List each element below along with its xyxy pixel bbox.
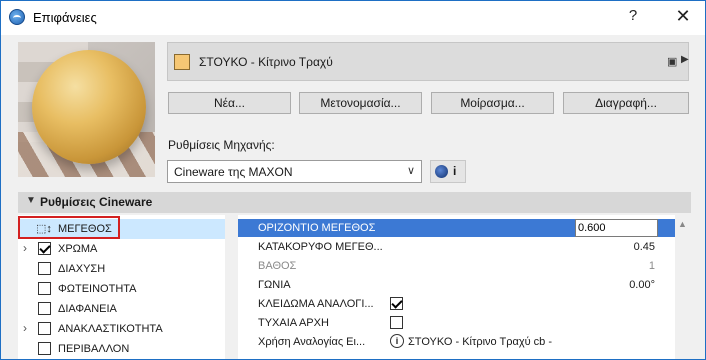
property-value[interactable]: 1 <box>649 260 655 272</box>
help-button[interactable]: ? <box>623 7 643 27</box>
title-bar: Επιφάνειες ? ✕ <box>1 1 705 35</box>
property-checkbox[interactable] <box>390 316 403 329</box>
property-value-input[interactable]: 0.600 <box>575 219 658 237</box>
surface-name: ΣΤΟΥΚΟ - Κίτρινο Τραχύ <box>199 55 333 69</box>
section-title: Ρυθμίσεις Cineware <box>40 195 153 209</box>
engine-select[interactable]: Cineware της MAXON ∨ <box>167 160 422 183</box>
delete-button[interactable]: Διαγραφή... <box>563 92 689 114</box>
property-reference-value[interactable]: ΣΤΟΥΚΟ - Κίτρινο Τραχύ cb - <box>408 336 552 348</box>
info-icon: i <box>453 164 457 178</box>
channel-checkbox[interactable] <box>38 262 51 275</box>
channel-label: ΔΙΑΦΑΝΕΙΑ <box>58 303 117 315</box>
property-label: ΒΑΘΟΣ <box>258 260 297 272</box>
property-label: ΚΑΤΑΚΟΡΥΦΟ ΜΕΓΕΘ... <box>258 241 383 253</box>
property-value[interactable]: 0.00° <box>629 279 655 291</box>
channel-checkbox[interactable] <box>38 302 51 315</box>
surfaces-dialog: Επιφάνειες ? ✕ ΣΤΟΥΚΟ - Κίτρινο Τραχύ ▣ … <box>0 0 706 360</box>
engine-info-button[interactable]: i <box>430 160 466 183</box>
new-button[interactable]: Νέα... <box>168 92 291 114</box>
channel-row[interactable]: ΠΕΡΙΒΑΛΛΟΝ <box>18 339 225 359</box>
property-row[interactable]: ΟΡΙΖΟΝΤΙΟ ΜΕΓΕΘΟΣ 0.600 <box>238 219 675 237</box>
expand-arrow-icon[interactable]: › <box>23 241 27 255</box>
rename-button[interactable]: Μετονομασία... <box>299 92 422 114</box>
property-grid: ΟΡΙΖΟΝΤΙΟ ΜΕΓΕΘΟΣ 0.600 ΚΑΤΑΚΟΡΥΦΟ ΜΕΓΕΘ..… <box>238 215 675 359</box>
property-row[interactable]: ΤΥΧΑΙΑ ΑΡΧΗ <box>238 314 675 332</box>
app-icon <box>9 9 25 25</box>
property-label: ΟΡΙΖΟΝΤΙΟ ΜΕΓΕΘΟΣ <box>258 222 376 234</box>
channel-label: ΑΝΑΚΛΑΣΤΙΚΟΤΗΤΑ <box>58 323 163 335</box>
surface-browse-arrow-icon[interactable]: ▶ <box>681 54 689 65</box>
surface-browse-icon[interactable]: ▣ <box>667 55 677 68</box>
expand-arrow-icon[interactable]: › <box>23 321 27 335</box>
window-title: Επιφάνειες <box>33 10 97 25</box>
channel-checkbox[interactable] <box>38 282 51 295</box>
collapse-arrow-icon: ▼ <box>26 195 36 206</box>
engine-settings-label: Ρυθμίσεις Μηχανής: <box>168 138 275 152</box>
property-row[interactable]: ΓΩΝΙΑ 0.00° <box>238 276 675 294</box>
channel-label: ΧΡΩΜΑ <box>58 243 98 255</box>
channel-checkbox[interactable] <box>38 242 51 255</box>
highlight-annotation <box>18 216 120 239</box>
channel-checkbox[interactable] <box>38 342 51 355</box>
property-label: ΚΛΕΙΔΩΜΑ ΑΝΑΛΟΓΙ... <box>258 298 374 310</box>
channel-row[interactable]: ΔΙΑΦΑΝΕΙΑ <box>18 299 225 319</box>
channel-label: ΦΩΤΕΙΝΟΤΗΤΑ <box>58 283 137 295</box>
property-row[interactable]: ΚΛΕΙΔΩΜΑ ΑΝΑΛΟΓΙ... <box>238 295 675 313</box>
preview-sphere <box>32 50 146 164</box>
property-row[interactable]: ΒΑΘΟΣ 1 <box>238 257 675 275</box>
close-button[interactable]: ✕ <box>673 6 693 26</box>
property-label: Χρήση Αναλογίας Ει... <box>258 336 366 348</box>
property-label: ΤΥΧΑΙΑ ΑΡΧΗ <box>258 317 329 329</box>
share-button[interactable]: Μοίρασμα... <box>431 92 554 114</box>
property-checkbox[interactable] <box>390 297 403 310</box>
channel-checkbox[interactable] <box>38 322 51 335</box>
cineware-settings-header[interactable]: ▼ Ρυθμίσεις Cineware <box>18 192 691 213</box>
property-label: ΓΩΝΙΑ <box>258 279 291 291</box>
chevron-down-icon: ∨ <box>406 165 415 177</box>
surface-selector[interactable]: ΣΤΟΥΚΟ - Κίτρινο Τραχύ ▣ ▶ <box>167 42 689 81</box>
property-row[interactable]: ΚΑΤΑΚΟΡΥΦΟ ΜΕΓΕΘ... 0.45 <box>238 238 675 256</box>
channel-label: ΔΙΑΧΥΣΗ <box>58 263 106 275</box>
cinema4d-logo-icon <box>435 165 448 178</box>
channel-label: ΠΕΡΙΒΑΛΛΟΝ <box>58 343 130 355</box>
scroll-up-arrow-icon[interactable]: ▲ <box>678 219 687 229</box>
property-scrollbar[interactable]: ▲ <box>675 215 691 359</box>
surface-color-swatch <box>174 54 190 70</box>
channel-row[interactable]: › ΑΝΑΚΛΑΣΤΙΚΟΤΗΤΑ <box>18 319 225 339</box>
material-preview <box>18 42 155 177</box>
channel-row[interactable]: ΔΙΑΧΥΣΗ <box>18 259 225 279</box>
channel-row[interactable]: › ΧΡΩΜΑ <box>18 239 225 259</box>
info-icon: i <box>390 334 404 348</box>
channel-row[interactable]: ΦΩΤΕΙΝΟΤΗΤΑ <box>18 279 225 299</box>
property-value[interactable]: 0.45 <box>634 241 655 253</box>
engine-select-value: Cineware της MAXON <box>174 165 293 179</box>
property-row[interactable]: Χρήση Αναλογίας Ει... i ΣΤΟΥΚΟ - Κίτρινο Τ… <box>238 333 675 351</box>
